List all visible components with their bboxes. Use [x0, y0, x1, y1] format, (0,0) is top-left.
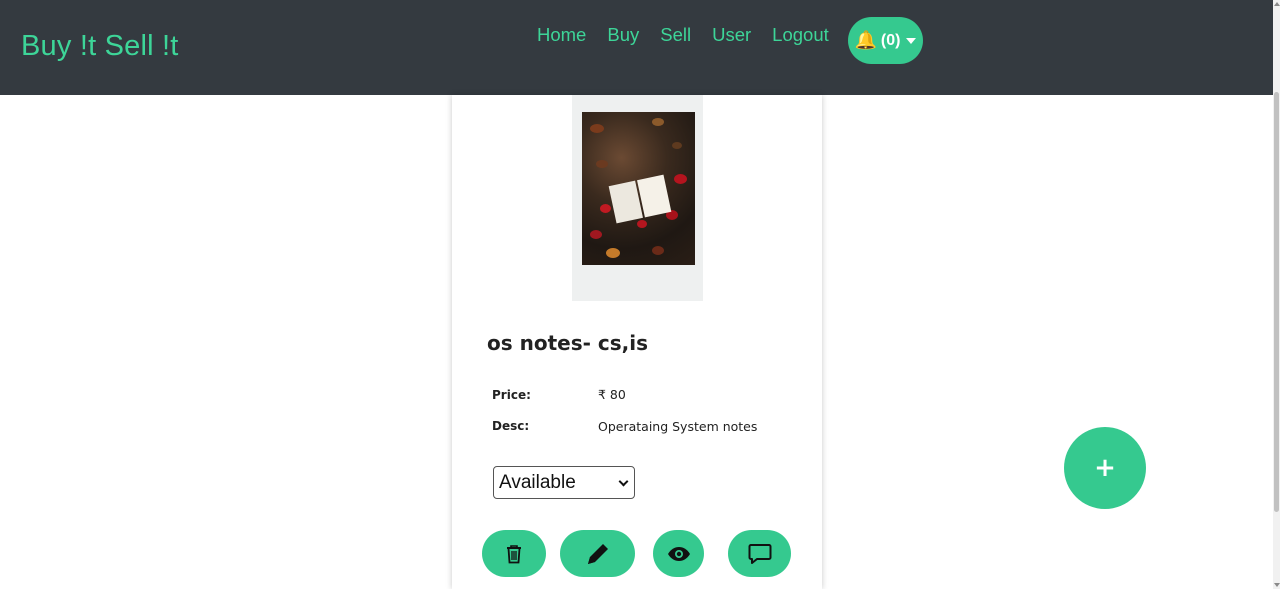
delete-button[interactable]: [482, 530, 546, 577]
nav-links: Home Buy Sell User Logout: [537, 24, 829, 46]
nav-user-link[interactable]: User: [712, 24, 751, 46]
notifications-dropdown-button[interactable]: 🔔 (0): [848, 17, 923, 64]
product-photo: [582, 112, 695, 265]
scroll-thumb[interactable]: [1274, 92, 1279, 512]
desc-label: Desc:: [492, 419, 530, 433]
pencil-icon: [587, 543, 608, 564]
price-value: ₹ 80: [598, 387, 626, 402]
trash-icon: [507, 544, 521, 563]
chat-icon: [748, 543, 771, 564]
chat-button[interactable]: [728, 530, 791, 577]
availability-select[interactable]: Available: [493, 466, 635, 499]
nav-buy-link[interactable]: Buy: [607, 24, 639, 46]
scroll-up-arrow-icon[interactable]: [1274, 2, 1280, 6]
page-scrollbar[interactable]: [1273, 0, 1280, 589]
edit-button[interactable]: [560, 530, 635, 577]
product-image: [572, 95, 703, 301]
nav-sell-link[interactable]: Sell: [660, 24, 691, 46]
nav-logout-link[interactable]: Logout: [772, 24, 829, 46]
bell-icon: 🔔: [854, 29, 877, 51]
desc-value: Operataing System notes: [598, 419, 758, 434]
view-button[interactable]: [653, 530, 704, 577]
top-navbar: Buy !t Sell !t Home Buy Sell User Logout…: [0, 0, 1273, 95]
open-book-graphic: [608, 174, 672, 224]
availability-selected-value: Available: [499, 471, 576, 493]
chevron-down-icon: [618, 476, 629, 487]
brand-logo[interactable]: Buy !t Sell !t: [21, 30, 179, 63]
product-card: os notes- cs,is Price: ₹ 80 Desc: Operat…: [452, 95, 822, 589]
add-item-floating-button[interactable]: +: [1064, 427, 1146, 509]
nav-home-link[interactable]: Home: [537, 24, 586, 46]
price-label: Price:: [492, 388, 531, 402]
scroll-down-arrow-icon[interactable]: [1274, 583, 1280, 587]
notification-count: (0): [880, 31, 901, 49]
caret-down-icon: [906, 37, 917, 44]
product-title: os notes- cs,is: [487, 331, 648, 355]
eye-icon: [667, 546, 690, 561]
